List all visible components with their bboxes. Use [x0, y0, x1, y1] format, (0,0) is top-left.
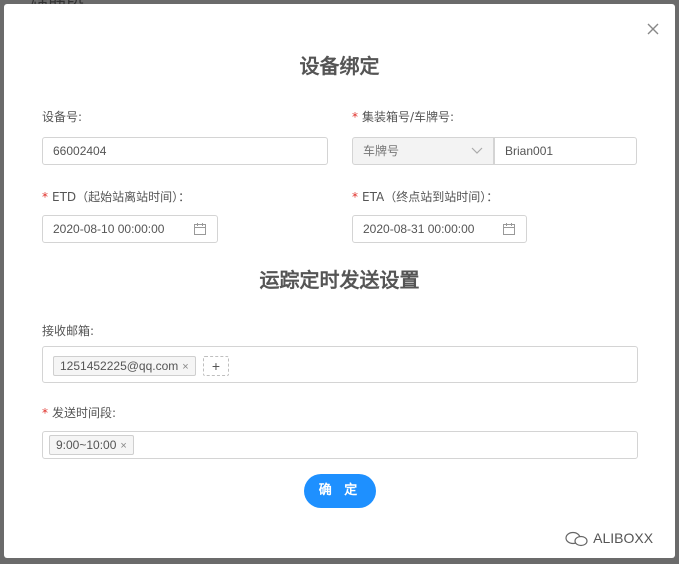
etd-label: * ETD（起始站离站时间）：: [42, 190, 191, 204]
confirm-button[interactable]: 确 定: [304, 474, 376, 508]
device-binding-modal: 设备绑定 设备号: 66002404 * 集装箱号/车牌号: 车牌号 Brian0…: [4, 4, 675, 558]
calendar-icon: [194, 223, 206, 235]
close-icon[interactable]: [644, 20, 662, 38]
required-mark: *: [352, 110, 358, 124]
schedule-section-title: 运踪定时发送设置: [259, 268, 420, 292]
chevron-down-icon: [471, 147, 483, 154]
required-mark: *: [42, 406, 48, 420]
watermark-text: ALIBOXX: [593, 530, 654, 546]
plus-icon[interactable]: +: [203, 356, 229, 376]
required-mark: *: [352, 190, 358, 204]
watermark: ALIBOXX: [564, 530, 653, 547]
send-time-label: * 发送时间段:: [42, 406, 117, 420]
tag-close-icon[interactable]: ×: [182, 361, 188, 373]
plate-type-value: 车牌号: [363, 144, 400, 158]
email-tag-input[interactable]: 1251452225@qq.com × +: [42, 346, 638, 383]
etd-value: 2020-08-10 00:00:00: [53, 222, 165, 236]
email-tag: 1251452225@qq.com ×: [53, 356, 196, 376]
etd-date-picker[interactable]: 2020-08-10 00:00:00: [42, 215, 218, 243]
plate-number-input[interactable]: Brian001: [494, 137, 637, 165]
device-no-label: 设备号:: [42, 110, 83, 124]
device-no-input[interactable]: 66002404: [42, 137, 328, 165]
wechat-icon: [565, 532, 588, 547]
eta-value: 2020-08-31 00:00:00: [363, 222, 475, 236]
modal-title: 设备绑定: [299, 54, 380, 78]
send-time-tag-input[interactable]: 9:00~10:00 ×: [42, 431, 638, 459]
calendar-icon: [503, 223, 515, 235]
email-label: 接收邮箱:: [42, 324, 95, 338]
container-plate-label: * 集装箱号/车牌号:: [352, 110, 455, 124]
send-time-tag: 9:00~10:00 ×: [49, 435, 134, 455]
eta-label: * ETA（终点站到站时间）：: [352, 190, 499, 204]
tag-close-icon[interactable]: ×: [120, 440, 126, 452]
required-mark: *: [42, 190, 48, 204]
eta-date-picker[interactable]: 2020-08-31 00:00:00: [352, 215, 527, 243]
plate-type-select[interactable]: 车牌号: [352, 137, 494, 165]
